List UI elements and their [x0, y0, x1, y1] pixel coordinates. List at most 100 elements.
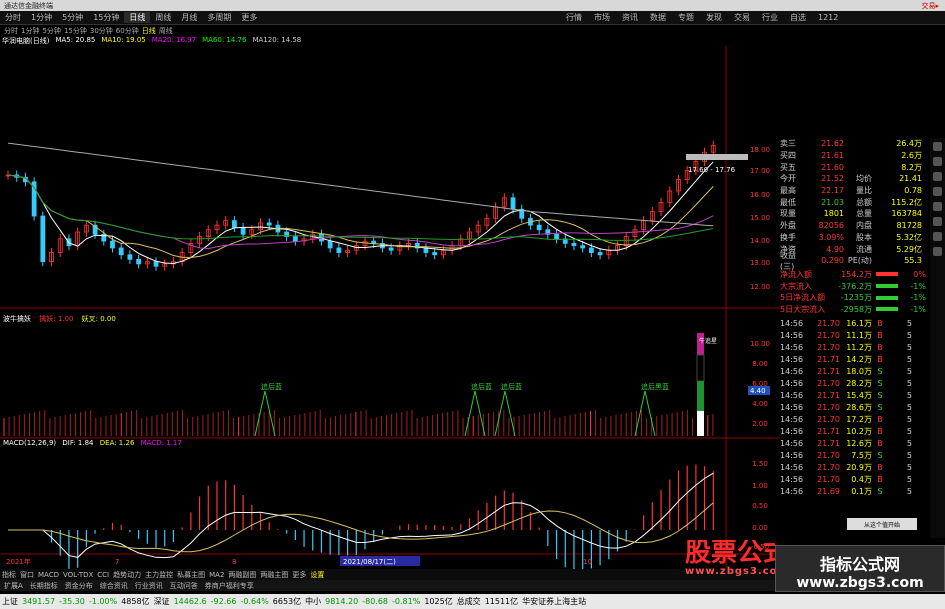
quote-row: 外盘 82056 内盘 81728 — [780, 220, 930, 232]
toolbar-icon-7[interactable] — [933, 232, 942, 241]
indicator-tab-10[interactable]: 两融主图 — [260, 570, 288, 580]
period-6[interactable]: 日线 — [142, 26, 156, 36]
signal-bar-low — [697, 381, 704, 411]
secondary-tab-3[interactable]: 综合资讯 — [98, 581, 130, 591]
tick-count: 5 — [906, 390, 912, 400]
indicator-marker: 追后黑蓝 — [641, 382, 669, 391]
menu-item-3[interactable]: 15分钟 — [88, 12, 124, 23]
tick-side: B — [877, 330, 883, 340]
date-axis-label: 7 — [115, 558, 119, 566]
tick-volume: 0.1万 — [851, 486, 872, 496]
secondary-tab-1[interactable]: 长期指标 — [28, 581, 60, 591]
top-tab-1[interactable]: 市场 — [588, 12, 616, 23]
period-3[interactable]: 15分钟 — [64, 26, 87, 36]
tick-count: 5 — [906, 486, 912, 496]
tick-price: 21.70 — [817, 450, 840, 460]
indicator-tab-0[interactable]: 指标 — [2, 570, 16, 580]
menu-item-7[interactable]: 多周期 — [202, 12, 236, 23]
indicator-tab-12[interactable]: 设置 — [310, 570, 324, 580]
menu-item-1[interactable]: 1分钟 — [26, 12, 57, 23]
menu-item-2[interactable]: 5分钟 — [57, 12, 88, 23]
range-label: 17.60 - 17.76 — [688, 166, 736, 174]
trade-button[interactable]: 交易▸ — [921, 1, 945, 11]
quote-row: 现量 1801 总量 163784 — [780, 208, 930, 220]
toolbar-icon-1[interactable] — [933, 142, 942, 151]
toolbar-icon-8[interactable] — [933, 247, 942, 256]
tick-row: 14:56 21.70 28.6万 S 5 — [780, 401, 930, 413]
indicator-spike — [494, 390, 516, 437]
indicator-tab-1[interactable]: 窗口 — [20, 570, 34, 580]
toolbar-icon-4[interactable] — [933, 187, 942, 196]
period-0[interactable]: 分时 — [4, 26, 18, 36]
secondary-tab-0[interactable]: 扩展A — [2, 581, 25, 591]
candle-body — [110, 240, 115, 249]
signal-bar-mid — [696, 354, 705, 382]
toolbar-icon-6[interactable] — [933, 217, 942, 226]
quote-label: 最低 — [780, 197, 796, 207]
secondary-tab-5[interactable]: 互动问答 — [168, 581, 200, 591]
top-tab-9[interactable]: 1212 — [812, 13, 844, 22]
menu-item-6[interactable]: 月线 — [176, 12, 202, 23]
period-2[interactable]: 5分钟 — [42, 26, 60, 36]
indicator-tab-9[interactable]: 两融副图 — [228, 570, 256, 580]
quote-label-2: 量比 — [856, 186, 872, 196]
secondary-tab-6[interactable]: 券商户福利专享 — [203, 581, 256, 591]
flow-bar — [876, 295, 898, 300]
indicator-tab-8[interactable]: MA2 — [209, 571, 224, 579]
tick-volume: 28.2万 — [846, 378, 872, 388]
period-7[interactable]: 周线 — [159, 26, 173, 36]
tick-side: B — [877, 354, 883, 364]
flow-row: 5日净流入额 -1235万 -1% — [780, 292, 930, 304]
flow-row: 大宗流入 -376.2万 -1% — [780, 280, 930, 292]
indicator-tab-4[interactable]: CCI — [97, 571, 109, 579]
signal-bar-base — [697, 411, 704, 436]
top-tab-3[interactable]: 数据 — [644, 12, 672, 23]
quote-value-2: 8.2万 — [901, 162, 922, 172]
tick-side: B — [877, 438, 883, 448]
indicator-tab-7[interactable]: 私募主图 — [177, 570, 205, 580]
indicator-tab-2[interactable]: MACD — [38, 571, 59, 579]
quote-label: 最高 — [780, 186, 796, 196]
candle-body — [118, 247, 124, 256]
top-tab-2[interactable]: 资讯 — [616, 12, 644, 23]
quote-value: 21.61 — [821, 151, 844, 161]
macd-title: MACD(12,26,9) — [3, 439, 57, 447]
signal-value: 4.40 — [750, 387, 766, 395]
top-tab-5[interactable]: 发现 — [700, 12, 728, 23]
tick-row: 14:56 21.71 18.0万 S 5 — [780, 365, 930, 377]
toolbar-icon-2[interactable] — [933, 157, 942, 166]
site-url: www.zbgs3.com — [796, 575, 924, 591]
secondary-tab-4[interactable]: 行业资讯 — [133, 581, 165, 591]
toolbar-icon-5[interactable] — [933, 202, 942, 211]
menu-item-5[interactable]: 周线 — [150, 12, 176, 23]
indicator-tab-5[interactable]: 趋势动力 — [113, 570, 141, 580]
quote-value-2: 115.2亿 — [891, 197, 922, 207]
top-tab-8[interactable]: 自选 — [784, 12, 812, 23]
period-1[interactable]: 1分钟 — [21, 26, 39, 36]
macd-axis-label: 0.00 — [752, 524, 768, 532]
indicator-tab-6[interactable]: 主力监控 — [145, 570, 173, 580]
secondary-tab-2[interactable]: 资金分布 — [63, 581, 95, 591]
period-5[interactable]: 60分钟 — [116, 26, 139, 36]
status-item-10: 中小 — [305, 597, 322, 606]
quote-label-2: 均价 — [856, 174, 872, 184]
tick-count: 5 — [906, 414, 912, 424]
indicator-tab-3[interactable]: VOL-TDX — [63, 571, 93, 579]
toolbar-icon-3[interactable] — [933, 172, 942, 181]
top-tab-4[interactable]: 专题 — [672, 12, 700, 23]
indicator-tab-11[interactable]: 更多 — [292, 570, 306, 580]
ma60-line — [7, 174, 714, 241]
menu-item-8[interactable]: 更多 — [236, 12, 262, 23]
top-tab-0[interactable]: 行情 — [560, 12, 588, 23]
tick-time: 14:56 — [780, 414, 804, 424]
menu-item-4[interactable]: 日线 — [124, 12, 151, 23]
quote-value: 22.17 — [821, 186, 844, 196]
chart-area[interactable]: 18.00 17.00 16.00 15.00 14.00 13.00 12.00 17.60… — [0, 46, 780, 571]
top-tab-6[interactable]: 交易 — [728, 12, 756, 23]
top-tab-7[interactable]: 行业 — [756, 12, 784, 23]
tick-volume: 11.1万 — [846, 330, 872, 340]
period-4[interactable]: 30分钟 — [90, 26, 113, 36]
price-axis-label: 12.00 — [750, 283, 770, 291]
menu-item-0[interactable]: 分时 — [0, 12, 26, 23]
status-item-16: 11511亿 — [484, 597, 519, 606]
